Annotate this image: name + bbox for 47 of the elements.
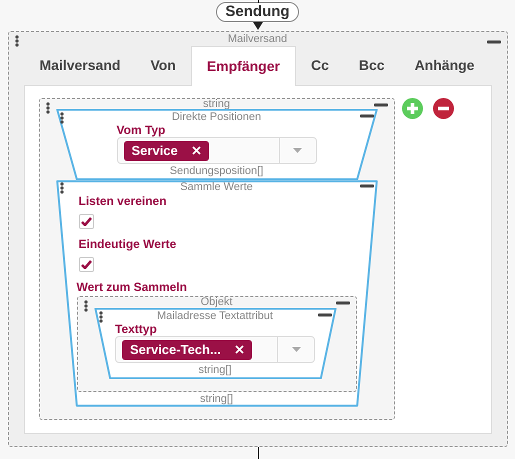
field-label: Vom Typ — [116, 124, 166, 137]
checkbox[interactable] — [78, 214, 94, 229]
collapse-icon[interactable] — [318, 313, 332, 317]
node-title: Mailadresse Textattribut — [157, 309, 273, 323]
arrow-down-icon — [252, 22, 262, 30]
tab[interactable]: Mailversand — [24, 45, 136, 85]
selected-tag[interactable]: Service — [124, 140, 209, 160]
collapse-icon[interactable] — [486, 40, 500, 44]
drag-handle-icon[interactable] — [14, 35, 18, 47]
drag-handle-icon[interactable] — [46, 102, 50, 114]
node-type: string[] — [197, 363, 232, 378]
remove-icon[interactable] — [432, 98, 454, 119]
collapse-icon[interactable] — [360, 114, 374, 118]
collapse-icon[interactable] — [374, 103, 388, 107]
node-title: Sammle Werte — [180, 180, 253, 194]
checkmark-icon — [80, 217, 92, 226]
tab[interactable]: Von — [135, 45, 191, 85]
checkmark-icon — [80, 260, 92, 269]
select-field[interactable]: Service — [116, 137, 316, 164]
tab[interactable]: Bcc — [344, 45, 400, 85]
select-field[interactable]: Service-Tech... — [115, 336, 315, 363]
panel-title: Mailversand — [226, 33, 288, 45]
collapse-icon[interactable] — [336, 301, 350, 305]
selected-tag[interactable]: Service-Tech... — [122, 340, 252, 360]
field-label: Wert zum Sammeln — [76, 280, 188, 294]
node-type: Sendungsposition[] — [168, 164, 264, 179]
group-title: Objekt — [200, 296, 232, 308]
group-title: string — [203, 98, 230, 110]
remove-icon[interactable] — [234, 345, 244, 354]
drag-handle-icon[interactable] — [98, 311, 102, 323]
checkbox[interactable] — [78, 257, 94, 272]
drag-handle-icon[interactable] — [60, 182, 64, 194]
node-label: Sendung — [216, 2, 299, 22]
tab[interactable]: Cc — [296, 45, 344, 85]
tag-label: Service-Tech... — [130, 340, 221, 358]
remove-icon[interactable] — [192, 146, 201, 155]
node-title: Direkte Positionen — [172, 110, 262, 124]
tab[interactable]: Anhänge — [400, 45, 490, 85]
collapse-icon[interactable] — [360, 184, 374, 188]
node-type: string[] — [198, 392, 234, 407]
field-label: Listen vereinen — [78, 194, 168, 208]
drag-handle-icon[interactable] — [60, 112, 64, 124]
field-label: Texttyp — [115, 323, 158, 336]
tag-label: Service — [132, 142, 178, 160]
field-label: Eindeutige Werte — [78, 237, 178, 251]
drag-handle-icon[interactable] — [84, 300, 88, 312]
tab[interactable]: Empfänger — [190, 46, 296, 86]
